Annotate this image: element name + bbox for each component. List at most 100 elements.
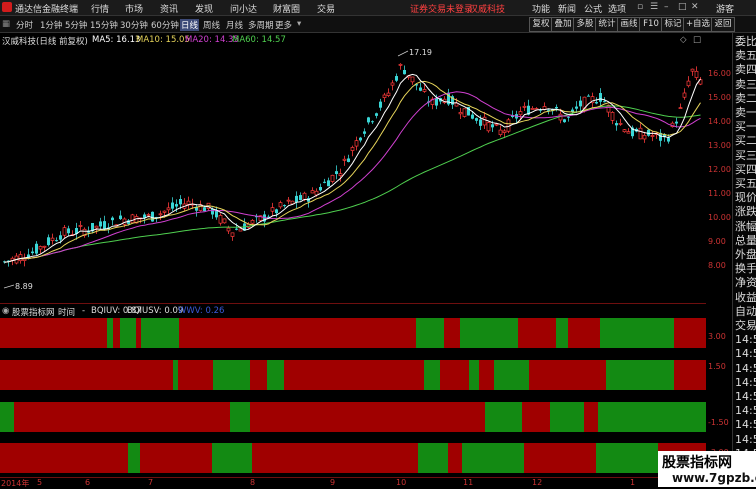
period-tab-multi[interactable]: 多周期 <box>248 19 274 31</box>
menu-item-news[interactable]: 资讯 <box>160 2 178 15</box>
quote-panel-label: 14:56 <box>735 404 756 418</box>
quote-panel-label: 14:56 <box>735 347 756 361</box>
candle <box>618 122 623 125</box>
guest-label[interactable]: 游客 <box>716 2 734 15</box>
candle <box>94 225 99 229</box>
period-tab-30min[interactable]: 30分钟 <box>120 19 148 31</box>
grid-icon[interactable]: ▦ <box>2 19 10 29</box>
indicator-band <box>522 402 550 432</box>
candle <box>295 195 298 203</box>
menu-icon[interactable]: ☰ <box>650 2 658 12</box>
back-button[interactable]: 返回 <box>711 17 735 32</box>
overlay-button[interactable]: 叠加 <box>551 17 575 32</box>
period-tab-5min[interactable]: 5分钟 <box>65 19 87 31</box>
candle <box>395 76 398 81</box>
period-tab-daily[interactable]: 日线 <box>180 19 200 31</box>
candle <box>299 195 302 201</box>
period-tab-weekly[interactable]: 周线 <box>203 19 220 31</box>
quote-panel-label: 卖四 <box>735 63 756 77</box>
period-tab-minute[interactable]: 分时 <box>16 19 33 31</box>
menu-item-options[interactable]: 选项 <box>608 2 626 15</box>
candle <box>475 118 478 121</box>
period-tab-60min[interactable]: 60分钟 <box>151 19 179 31</box>
stock-title: 汉威科技(日线 前复权) <box>2 37 88 47</box>
candle <box>103 221 106 230</box>
menu-item-market[interactable]: 市场 <box>125 2 143 15</box>
y-tick: 15.00 <box>708 93 731 102</box>
quote-panel-label: 14:56 <box>735 333 756 347</box>
candle <box>38 246 43 250</box>
menu-item-wealth[interactable]: 财富圈 <box>273 2 300 15</box>
candle <box>650 135 655 137</box>
indicator-band <box>444 318 460 348</box>
indicator-band <box>113 318 120 348</box>
quote-panel-label: 买二 <box>735 134 756 148</box>
indicator-band <box>250 360 267 390</box>
minimize-icon[interactable]: – <box>664 2 669 12</box>
menu-item-function[interactable]: 功能 <box>532 2 550 15</box>
adjust-button[interactable]: 复权 <box>529 17 553 32</box>
menu-item-quote[interactable]: 行情 <box>91 2 109 15</box>
menu-item-formula[interactable]: 公式 <box>584 2 602 15</box>
menu-item-newsfeed[interactable]: 新闻 <box>558 2 576 15</box>
indicator-band <box>518 318 556 348</box>
candlestick-chart[interactable]: 17.19 8.89 <box>0 47 706 302</box>
candle <box>626 131 631 134</box>
candle <box>458 112 463 115</box>
candle <box>238 228 243 232</box>
indicator-band <box>14 402 27 432</box>
multi-stock-button[interactable]: 多股 <box>573 17 597 32</box>
candle <box>690 68 695 72</box>
settings-icon[interactable]: ◇ <box>680 35 687 45</box>
date-label: 10 <box>396 478 407 487</box>
quote-panel-label: 卖五 <box>735 49 756 63</box>
mark-button[interactable]: 标记 <box>661 17 685 32</box>
indicator-band <box>598 402 706 432</box>
candle <box>595 102 598 104</box>
candle <box>286 199 291 202</box>
candle <box>130 214 135 224</box>
menu-item-trade[interactable]: 交易 <box>317 2 335 15</box>
indicator-settings-icon[interactable]: ◉ <box>2 306 9 316</box>
f10-button[interactable]: F10 <box>639 17 663 32</box>
candle <box>323 181 326 183</box>
candle <box>575 106 578 109</box>
period-tab-1min[interactable]: 1分钟 <box>40 19 62 31</box>
chevron-down-icon[interactable]: ▾ <box>297 19 301 29</box>
candle <box>22 258 27 261</box>
ma20-line <box>4 91 701 263</box>
date-axis: 2014年 5 6 7 8 9 10 11 12 1 <box>0 477 706 488</box>
date-label: 11 <box>463 478 474 487</box>
indicator-chart[interactable] <box>0 317 706 477</box>
menu-item-ask[interactable]: 问小达 <box>230 2 257 15</box>
quote-panel-label: 卖二 <box>735 91 756 105</box>
period-tab-15min[interactable]: 15分钟 <box>90 19 118 31</box>
add-watchlist-button[interactable]: +自选 <box>683 17 713 32</box>
indicator-band <box>568 318 600 348</box>
period-tab-monthly[interactable]: 月线 <box>226 19 243 31</box>
expand-icon[interactable]: □ <box>693 35 701 45</box>
quote-panel-label: 总量 <box>735 233 756 247</box>
indicator-band <box>0 360 173 390</box>
indicator-band <box>418 443 448 473</box>
stats-button[interactable]: 统计 <box>595 17 619 32</box>
candle <box>186 200 191 205</box>
period-tab-more[interactable]: 更多 <box>275 19 292 31</box>
maximize-icon[interactable]: □ <box>678 2 687 12</box>
trade-login-notice[interactable]: 证券交易未登录 <box>410 2 473 15</box>
candle <box>42 245 47 248</box>
draw-button[interactable]: 画线 <box>617 17 641 32</box>
indicator-band <box>584 402 598 432</box>
candle <box>410 76 415 83</box>
close-icon[interactable]: ✕ <box>691 2 699 12</box>
menu-item-discover[interactable]: 发现 <box>195 2 213 15</box>
candle <box>486 122 491 132</box>
bell-icon[interactable]: ▫ <box>637 2 643 12</box>
candle <box>302 192 307 201</box>
quote-panel-label: 14:56 <box>735 361 756 375</box>
indicator-band <box>140 443 212 473</box>
candle <box>175 204 178 207</box>
quote-panel-label: 委比 <box>735 35 756 48</box>
quote-panel: 委比 卖五 卖四 卖三 卖二 卖一 买一 买二 买三 买四 买五 现价 涨跌 涨幅 总量 外盘 换手 净资 收益 自动… <box>732 33 756 487</box>
indicator-band <box>674 360 706 390</box>
